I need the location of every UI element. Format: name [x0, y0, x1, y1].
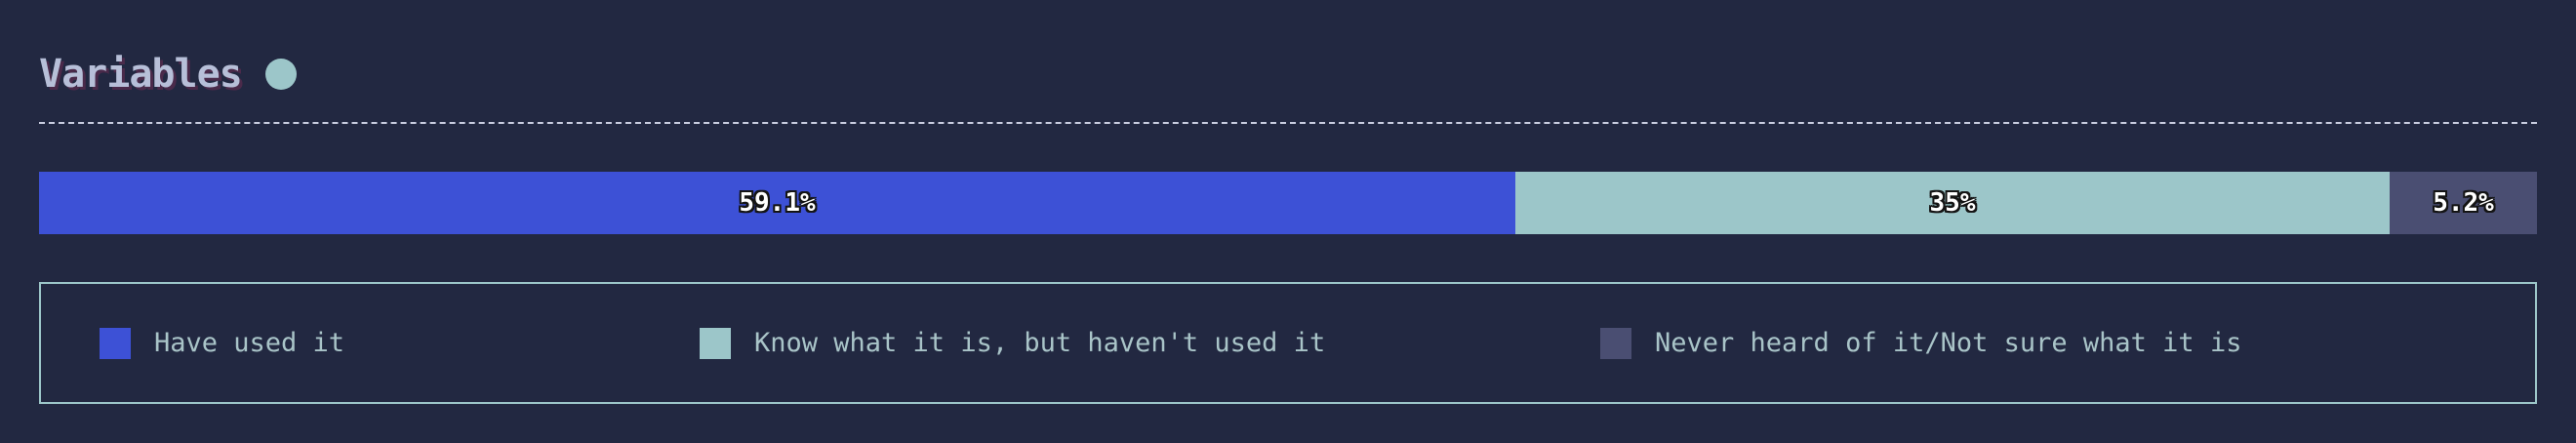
- legend-swatch-icon: [1600, 327, 1631, 359]
- legend-item[interactable]: Have used it: [100, 284, 344, 402]
- chart-legend: Have used it Know what it is, but haven't…: [39, 282, 2537, 404]
- stacked-bar: 59.1% 35% 5.2%: [39, 172, 2537, 234]
- legend-item[interactable]: Never heard of it/Not sure what it is: [1600, 284, 2241, 402]
- bar-segment-label: 35%: [1929, 188, 1976, 218]
- bar-segment-label: 59.1%: [739, 188, 816, 218]
- legend-label: Know what it is, but haven't used it: [754, 328, 1326, 358]
- bar-segment[interactable]: 59.1%: [39, 172, 1515, 234]
- legend-label: Have used it: [154, 328, 345, 358]
- chart-title: Variables: [39, 52, 243, 97]
- dashed-divider: [39, 122, 2537, 124]
- bar-segment-label: 5.2%: [2433, 188, 2494, 218]
- chart-header: Variables: [39, 47, 297, 101]
- legend-label: Never heard of it/Not sure what it is: [1655, 328, 2242, 358]
- legend-swatch-icon: [700, 327, 731, 359]
- bar-segment[interactable]: 35%: [1515, 172, 2390, 234]
- legend-item[interactable]: Know what it is, but haven't used it: [700, 284, 1325, 402]
- bar-segment[interactable]: 5.2%: [2390, 172, 2537, 234]
- legend-swatch-icon: [100, 327, 131, 359]
- status-dot-icon: [264, 59, 297, 90]
